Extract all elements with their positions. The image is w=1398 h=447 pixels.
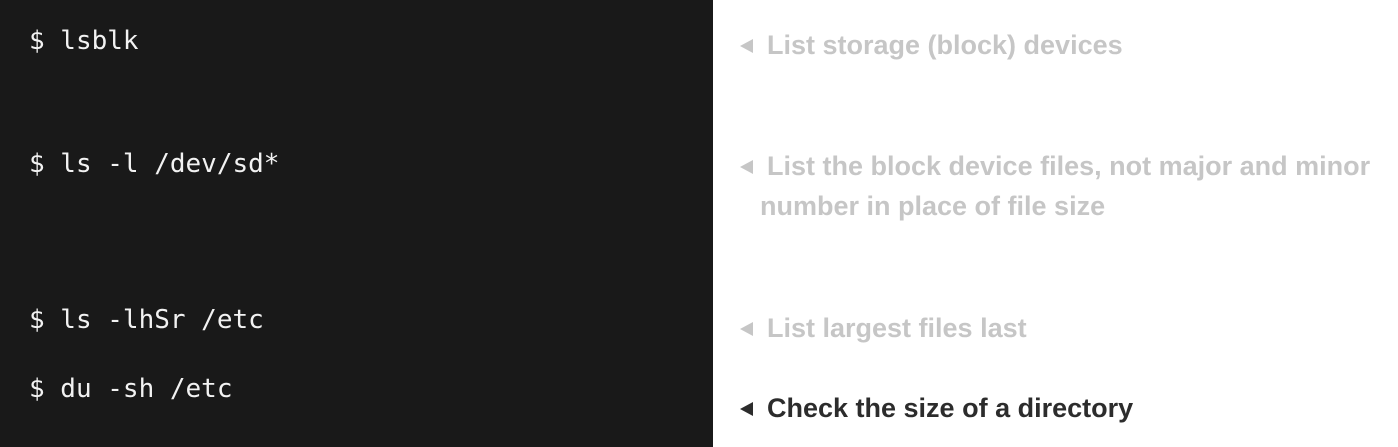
triangle-left-icon (740, 160, 753, 174)
explanation-panel: List storage (block) devices List the bl… (713, 0, 1398, 447)
note-ls-dev-sd-text-continued: number in place of file size (760, 191, 1106, 221)
terminal-panel: $ lsblk $ ls -l /dev/sd* $ ls -lhSr /etc… (0, 0, 713, 447)
command-ls-dev-sd[interactable]: $ ls -l /dev/sd* (29, 147, 279, 181)
command-du-sh-etc[interactable]: $ du -sh /etc (29, 372, 233, 406)
triangle-left-icon (740, 39, 753, 53)
note-ls-lhsr: List largest files last (740, 308, 1392, 348)
command-lsblk[interactable]: $ lsblk (29, 24, 139, 58)
triangle-left-icon (740, 322, 753, 336)
note-ls-dev-sd-text: List the block device files, not major a… (767, 151, 1371, 181)
note-lsblk: List storage (block) devices (740, 25, 1392, 65)
note-ls-dev-sd: List the block device files, not major a… (740, 146, 1392, 226)
note-du-sh-text: Check the size of a directory (767, 393, 1134, 423)
triangle-left-icon (740, 402, 753, 416)
note-ls-lhsr-text: List largest files last (767, 313, 1027, 343)
command-ls-lhsr-etc[interactable]: $ ls -lhSr /etc (29, 303, 264, 337)
command-cheatsheet: $ lsblk $ ls -l /dev/sd* $ ls -lhSr /etc… (0, 0, 1398, 447)
note-lsblk-text: List storage (block) devices (767, 30, 1123, 60)
note-du-sh: Check the size of a directory (740, 388, 1392, 428)
